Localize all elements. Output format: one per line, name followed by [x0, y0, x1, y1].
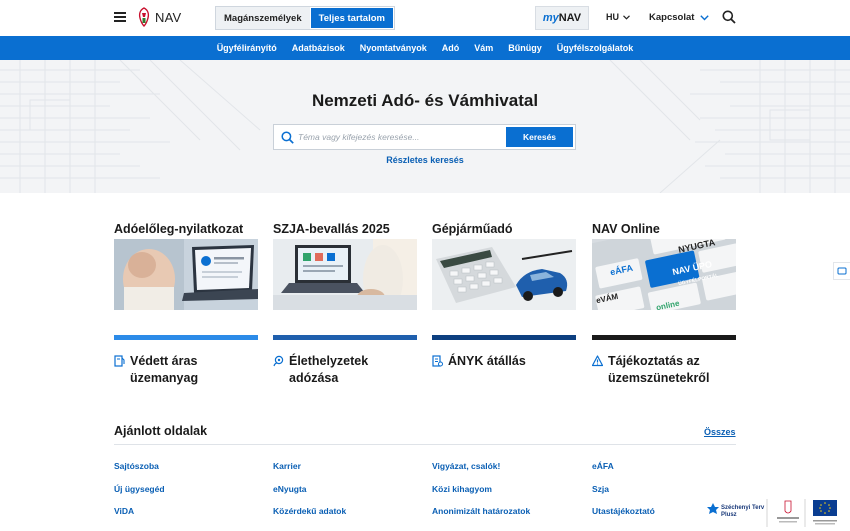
nav-item-ado[interactable]: Adó — [442, 43, 460, 53]
logo-text: NAV — [155, 9, 182, 25]
government-coat-of-arms-logo — [777, 500, 799, 523]
search-icon — [281, 131, 294, 144]
recommended-all-link[interactable]: Összes — [704, 427, 736, 437]
rec-link-kozerdeku-adatok[interactable]: Közérdekű adatok — [273, 506, 346, 516]
svg-text:Plusz: Plusz — [721, 512, 737, 518]
mynav-button[interactable]: my NAV — [535, 6, 589, 30]
rec-link-szja[interactable]: Szja — [592, 484, 609, 494]
quick-link-anyk[interactable]: ÁNYK átállás — [432, 353, 526, 370]
rec-link-utastajekoztato[interactable]: Utastájékoztató — [592, 506, 655, 516]
quick-link-line1: Élethelyzetek — [289, 354, 369, 368]
rec-link-uj-ugysegad[interactable]: Új ügysegéd — [114, 484, 165, 494]
chevron-down-icon — [623, 14, 630, 20]
audience-toggle[interactable]: Magánszemélyek Teljes tartalom — [215, 6, 395, 30]
quick-link-vedett-aras[interactable]: Védett áras üzemanyag — [114, 353, 198, 387]
quick-link-line2: adózása — [289, 371, 339, 385]
nav-item-vam[interactable]: Vám — [474, 43, 493, 53]
card-accent-bar — [432, 335, 576, 340]
toggle-full-content[interactable]: Teljes tartalom — [309, 7, 394, 29]
main-navigation: Ügyfélirányító Adatbázisok Nyomtatványok… — [0, 36, 850, 60]
life-situations-icon — [273, 355, 284, 367]
card-accent-bar — [114, 335, 258, 340]
chat-icon — [837, 267, 847, 275]
toggle-private-persons[interactable]: Magánszemélyek — [216, 7, 310, 29]
funding-logos: Széchenyi Terv Plusz — [705, 497, 850, 531]
nav-crest-icon — [138, 7, 150, 27]
quick-link-line1: Tájékoztatás az — [608, 354, 700, 368]
rec-link-sajtoszoba[interactable]: Sajtószoba — [114, 461, 159, 471]
mynav-nav: NAV — [558, 12, 582, 24]
rec-link-enyugta[interactable]: eNyugta — [273, 484, 307, 494]
card-title: Gépjárműadó — [432, 222, 513, 236]
divider — [114, 444, 736, 445]
card-accent-bar — [592, 335, 736, 340]
anyk-document-icon — [432, 355, 443, 367]
hero-section: Nemzeti Adó- és Vámhivatal Keresés Részl… — [0, 60, 850, 193]
card-title: NAV Online — [592, 222, 660, 236]
nav-online-image: NYUGTA eÁFA NAV ÜPO ÜGYFÉLPORTÁL eVÁM on… — [592, 239, 736, 310]
quick-link-line1: Védett áras — [130, 354, 198, 368]
quick-link-line1: ÁNYK átállás — [448, 354, 526, 368]
gepjarmuado-image — [432, 239, 576, 310]
card-adoeloleg[interactable]: Adóelőleg-nyilatkozat — [114, 222, 258, 340]
card-accent-bar — [273, 335, 417, 340]
language-selector[interactable]: HU — [606, 12, 630, 22]
rec-link-kozi-kihagyom[interactable]: Közi kihagyom — [432, 484, 492, 494]
fuel-document-icon — [114, 355, 125, 367]
szja-bevallas-image — [273, 239, 417, 313]
rec-link-karrier[interactable]: Karrier — [273, 461, 301, 471]
menu-icon[interactable] — [114, 12, 126, 22]
search-button[interactable]: Keresés — [506, 127, 573, 147]
szechenyi-terv-plusz-logo: Széchenyi Terv Plusz — [707, 499, 837, 527]
warning-icon — [592, 355, 603, 367]
chevron-down-icon — [700, 14, 710, 20]
nav-item-adatbazisok[interactable]: Adatbázisok — [292, 43, 345, 53]
quick-link-uzemszunet[interactable]: Tájékoztatás az üzemszünetekről — [592, 353, 709, 387]
quick-link-elethelyzetek[interactable]: Élethelyzetek adózása — [273, 353, 368, 387]
card-szja[interactable]: SZJA-bevallás 2025 — [273, 222, 417, 340]
nav-logo[interactable]: NAV — [137, 7, 181, 27]
rec-link-anonimizalt-hatarozatok[interactable]: Anonimizált határozatok — [432, 506, 530, 516]
nav-item-bunugy[interactable]: Bűnügy — [508, 43, 542, 53]
card-title: Adóelőleg-nyilatkozat — [114, 222, 244, 236]
nav-item-nyomtatvanyok[interactable]: Nyomtatványok — [360, 43, 427, 53]
search-box: Keresés — [273, 124, 576, 150]
eu-flag-logo — [813, 500, 837, 525]
page-title: Nemzeti Adó- és Vámhivatal — [311, 91, 539, 110]
top-header: NAV Magánszemélyek Teljes tartalom my NAV… — [0, 0, 850, 36]
quick-link-line2: üzemanyag — [130, 371, 199, 385]
rec-link-vida[interactable]: ViDA — [114, 506, 134, 516]
contact-label: Kapcsolat — [649, 12, 695, 23]
search-input[interactable] — [298, 128, 503, 146]
rec-link-eafa[interactable]: eÁFA — [592, 461, 614, 471]
rec-link-vigyazat-csalok[interactable]: Vigyázat, csalók! — [432, 461, 500, 471]
card-title: SZJA-bevallás 2025 — [273, 222, 390, 236]
recommended-title: Ajánlott oldalak — [114, 424, 208, 438]
nav-item-ugyfeliranyito[interactable]: Ügyfélirányító — [217, 43, 277, 53]
card-gepjarmuado[interactable]: Gépjárműadó — [432, 222, 576, 340]
language-label: HU — [606, 12, 619, 22]
advanced-search-link[interactable]: Részletes keresés — [0, 155, 850, 165]
svg-text:Széchenyi Terv: Széchenyi Terv — [721, 505, 765, 511]
side-feedback-tab[interactable] — [833, 262, 850, 280]
mynav-my: my — [542, 12, 559, 24]
search-icon[interactable] — [722, 10, 736, 24]
contact-dropdown[interactable]: Kapcsolat — [649, 12, 710, 23]
adoeloleg-nyilatkozat-image — [114, 239, 258, 310]
card-nav-online[interactable]: NAV Online NYUGTA eÁFA NAV ÜPO ÜGYFÉLPOR… — [592, 222, 736, 340]
quick-link-line2: üzemszünetekről — [608, 371, 710, 385]
nav-item-ugyfelszolgalatok[interactable]: Ügyfélszolgálatok — [557, 43, 634, 53]
